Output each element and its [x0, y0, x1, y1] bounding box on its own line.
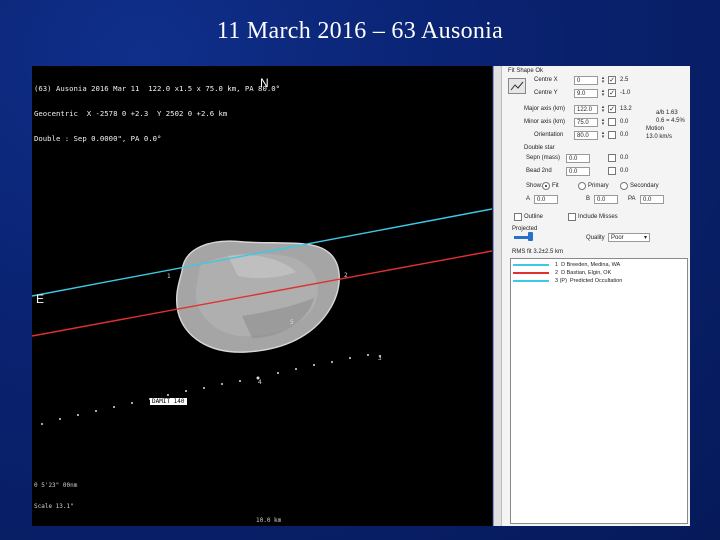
- centre-y-spinner[interactable]: ▴ ▾: [600, 89, 606, 98]
- row-label-bead: Bead 2nd: [526, 168, 552, 174]
- chart-icon: [510, 81, 524, 91]
- fit-summary: RMS fit 3.2±2.5 km: [512, 249, 563, 255]
- chord-label-5: 5: [290, 319, 294, 326]
- star-label: DAMIT 140: [150, 398, 187, 405]
- row-label-centre-x: Centre X: [534, 77, 558, 83]
- double-star-label: Double star: [524, 145, 555, 151]
- major-axis-uncertainty: 13.2: [620, 106, 632, 112]
- occultation-info: (63) Ausonia 2016 Mar 11 122.0 x1.5 x 75…: [34, 68, 280, 160]
- major-axis-spinner[interactable]: ▴ ▾: [600, 105, 606, 114]
- projection-slider-track[interactable]: [514, 236, 528, 239]
- row-label-major: Major axis (km): [524, 106, 566, 112]
- orientation-spinner[interactable]: ▴ ▾: [600, 131, 606, 140]
- info-line-1: (63) Ausonia 2016 Mar 11 122.0 x1.5 x 75…: [34, 83, 281, 93]
- legend-swatch: [513, 279, 549, 282]
- show-fit-radio[interactable]: [542, 182, 550, 190]
- major-axis-field[interactable]: 122.0: [574, 105, 598, 114]
- legend-item-2[interactable]: 2 D Bastian, Elgin, OK: [513, 270, 611, 276]
- show-secondary-label: Secondary: [630, 183, 659, 189]
- chevron-down-icon: ▾: [643, 235, 647, 241]
- side-info-motion-label: Motion: [646, 126, 665, 132]
- slide-title: 11 March 2016 – 63 Ausonia: [216, 18, 504, 44]
- show-fit-label: Fit: [552, 183, 559, 189]
- centre-x-checkbox[interactable]: ✓: [608, 76, 616, 84]
- show-label: Show:: [526, 183, 543, 189]
- centre-y-checkbox[interactable]: ✓: [608, 89, 616, 97]
- panel-scrollbar[interactable]: [494, 66, 502, 526]
- chord-label-4: 4: [258, 379, 262, 386]
- centre-y-uncertainty: -1.0: [620, 90, 631, 96]
- minor-axis-uncertainty: 0.0: [620, 119, 629, 125]
- row-label-orientation: Orientation: [534, 132, 564, 138]
- sepn-checkbox[interactable]: [608, 154, 616, 162]
- scale-bar-label: 10.0 km: [256, 517, 282, 524]
- orientation-uncertainty: 0.0: [620, 132, 629, 138]
- pa-field[interactable]: 0.0: [640, 195, 664, 204]
- legend-item-3[interactable]: 3 (P) Predicted Occultation: [513, 278, 622, 284]
- major-axis-checkbox[interactable]: ✓: [608, 105, 616, 113]
- orientation-checkbox[interactable]: [608, 131, 616, 139]
- plot-button[interactable]: [508, 78, 526, 94]
- minor-axis-checkbox[interactable]: [608, 118, 616, 126]
- b-field[interactable]: 0.0: [594, 195, 618, 204]
- pa-label: PA: [628, 196, 636, 202]
- row-label-centre-y: Centre Y: [534, 90, 558, 96]
- include-misses-label: Include Misses: [578, 214, 618, 220]
- scale-line-1: 0 5'23" 00nm: [34, 482, 78, 489]
- sepn-field[interactable]: 0.0: [566, 154, 590, 163]
- scale-line-2: Scale 13.1": [34, 503, 74, 510]
- fit-control-panel: Fit Shape Ok Centre X 0 ▴ ▾ ✓ 2.5 Centre …: [493, 66, 690, 526]
- sepn-uncertainty: 0.0: [620, 155, 629, 161]
- projection-label: Projected: [512, 226, 538, 232]
- centre-x-field[interactable]: 0: [574, 76, 598, 85]
- observer-list[interactable]: 1 D Breeden, Medina, WA 2 D Bastian, Elg…: [510, 258, 688, 524]
- legend-swatch: [513, 271, 549, 274]
- info-line-3: Double : Sep 0.0000", PA 0.0°: [34, 134, 162, 144]
- a-field[interactable]: 0.0: [534, 195, 558, 204]
- show-secondary-radio[interactable]: [620, 182, 628, 190]
- centre-x-uncertainty: 2.5: [620, 77, 629, 83]
- centre-x-spinner[interactable]: ▴ ▾: [600, 76, 606, 85]
- occultation-viewport[interactable]: 1 2 3 4 5 (63) Ausonia 2016 Mar 11 122.0…: [32, 66, 492, 526]
- chord-label-3: 3: [378, 355, 382, 362]
- quality-select-value: Poor: [611, 235, 624, 241]
- chord-label-2: 2: [344, 272, 348, 279]
- orientation-field[interactable]: 80.0: [574, 131, 598, 140]
- minor-axis-field[interactable]: 75.0: [574, 118, 598, 127]
- side-info-motion-value: 13.0 km/s: [646, 134, 673, 140]
- legend-item-1[interactable]: 1 D Breeden, Medina, WA: [513, 262, 620, 268]
- bead-field[interactable]: 0.0: [566, 167, 590, 176]
- outline-label: Outline: [524, 214, 544, 220]
- legend-num: 2: [555, 270, 559, 276]
- legend-text: Predicted Occultation: [569, 278, 623, 284]
- a-label: A: [526, 196, 531, 202]
- show-primary-label: Primary: [588, 183, 609, 189]
- quality-select[interactable]: Poor ▾: [608, 233, 650, 242]
- scale-info: 0 5'23" 00nm Scale 13.1": [34, 468, 77, 524]
- panel-header: Fit Shape Ok: [508, 68, 544, 74]
- east-label: E: [36, 292, 45, 306]
- info-line-2: Geocentric X -2578 0 +2.3 Y 2502 0 +2.6 …: [34, 109, 228, 119]
- centre-y-field[interactable]: 9.0: [574, 89, 598, 98]
- legend-text: D Bastian, Elgin, OK: [561, 270, 612, 276]
- legend-num: 3 (P): [555, 278, 567, 284]
- north-label: N: [260, 76, 269, 90]
- b-label: B: [586, 196, 591, 202]
- include-misses-checkbox[interactable]: [568, 213, 576, 221]
- side-info-ratio: a/b 1.63: [656, 110, 678, 116]
- row-label-minor: Minor axis (km): [524, 119, 566, 125]
- row-label-sepn: Sepn (mass): [526, 155, 561, 161]
- legend-num: 1: [555, 262, 559, 268]
- legend-text: D Breeden, Medina, WA: [561, 262, 621, 268]
- bead-checkbox[interactable]: [608, 167, 616, 175]
- chord-label-1: 1: [167, 273, 171, 280]
- legend-swatch: [513, 263, 549, 266]
- minor-axis-spinner[interactable]: ▴ ▾: [600, 118, 606, 127]
- side-info-percent: 0.6 = 4.5%: [656, 118, 685, 124]
- quality-label: Quality: [586, 235, 605, 241]
- projection-slider-knob[interactable]: [528, 232, 533, 241]
- outline-checkbox[interactable]: [514, 213, 522, 221]
- show-primary-radio[interactable]: [578, 182, 586, 190]
- bead-uncertainty: 0.0: [620, 168, 629, 174]
